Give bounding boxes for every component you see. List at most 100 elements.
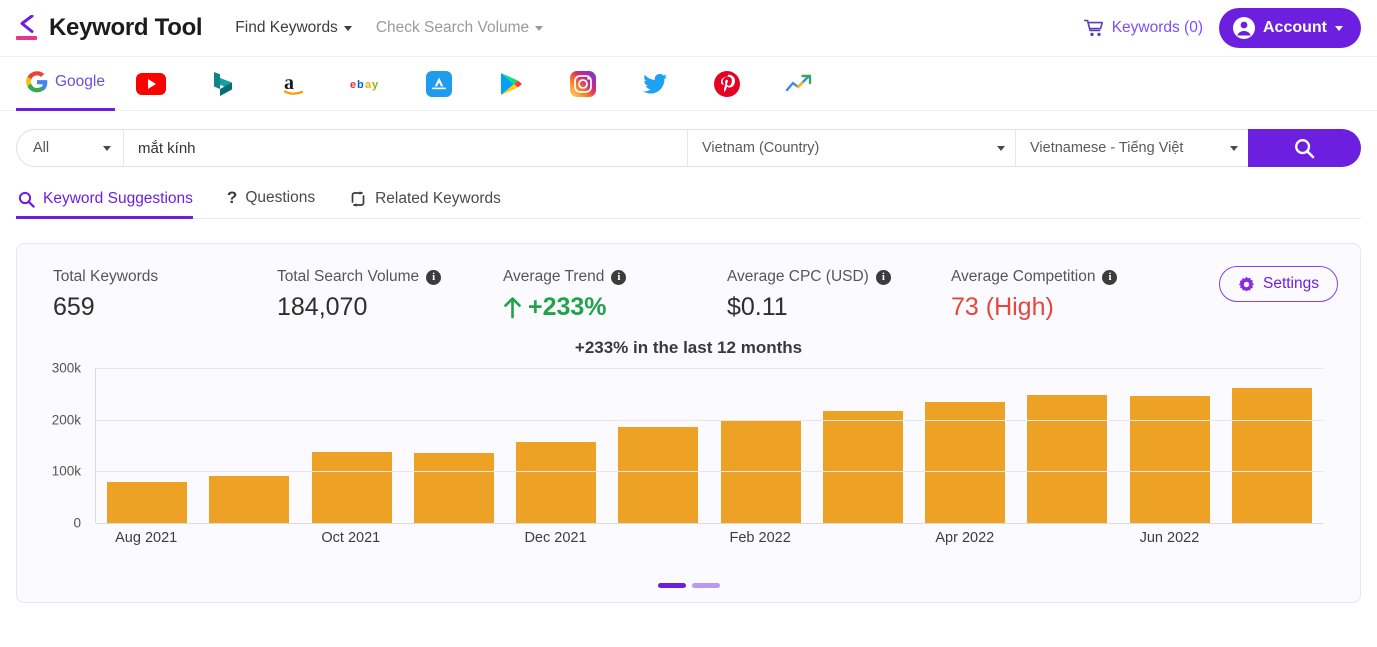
- chevron-down-icon: [1335, 25, 1343, 31]
- chart-bar[interactable]: [107, 482, 188, 523]
- chart-bar[interactable]: [413, 452, 494, 523]
- stat-label-text: Total Search Volume: [277, 268, 420, 285]
- chart-gridline: [96, 368, 1323, 369]
- brand[interactable]: Keyword Tool: [16, 13, 203, 43]
- tab-related-keywords[interactable]: Related Keywords: [347, 190, 515, 218]
- bing-icon: [213, 71, 232, 96]
- stat-total-search-volume-label: Total Search Volume i: [277, 268, 467, 286]
- language-select[interactable]: Vietnamese - Tiếng Việt: [1015, 129, 1248, 167]
- platform-tab-pinterest[interactable]: [691, 57, 763, 111]
- chart-x-tick: Apr 2022: [935, 530, 995, 546]
- account-button[interactable]: Account: [1219, 8, 1361, 48]
- chart-gridline: [96, 471, 1323, 473]
- chart-x-tick: Oct 2021: [321, 530, 381, 546]
- chart-bar-slot[interactable]: [96, 368, 198, 523]
- chart-bar-slot[interactable]: [505, 368, 607, 523]
- chart-pagination-dot[interactable]: [657, 583, 686, 588]
- gear-icon: [1238, 276, 1254, 292]
- language-select-value: Vietnamese - Tiếng Việt: [1030, 140, 1184, 156]
- keyword-search-input[interactable]: [123, 129, 687, 167]
- trends-icon: [785, 74, 812, 91]
- platform-tab-instagram[interactable]: [547, 57, 619, 111]
- chart-y-axis: 0 100k 200k 300k: [37, 361, 87, 531]
- chart-bar-slot[interactable]: [1119, 368, 1221, 523]
- chart-gridline: [96, 523, 1323, 524]
- platform-tab-google-label: Google: [55, 73, 105, 90]
- keywords-cart-label: Keywords (0): [1111, 19, 1203, 36]
- platform-tab-app-store[interactable]: [403, 57, 475, 111]
- chart-bar-slot[interactable]: [1016, 368, 1118, 523]
- app-header: Keyword Tool Find Keywords Check Search …: [0, 0, 1377, 57]
- info-icon[interactable]: i: [426, 269, 442, 285]
- result-tabs: Keyword Suggestions ? Questions Related …: [16, 181, 1361, 219]
- info-icon[interactable]: i: [875, 269, 891, 285]
- stat-average-cpc-value: $0.11: [727, 293, 788, 321]
- chart-bar[interactable]: [1027, 394, 1108, 523]
- youtube-icon: [135, 72, 166, 95]
- chart-x-tick: [607, 530, 709, 546]
- twitter-icon: [642, 73, 667, 93]
- country-select-value: Vietnam (Country): [702, 140, 820, 156]
- nav-find-keywords[interactable]: Find Keywords: [235, 19, 352, 37]
- platform-tab-play-store[interactable]: [475, 57, 547, 111]
- tab-questions-label: Questions: [245, 189, 316, 206]
- chart-bar[interactable]: [516, 441, 597, 523]
- stat-average-competition-label: Average Competition i: [951, 268, 1118, 286]
- stat-label-text: Average Trend: [503, 268, 605, 285]
- google-icon: [26, 71, 48, 93]
- chart-bar-slot[interactable]: [1221, 368, 1323, 523]
- platform-tab-amazon[interactable]: a: [259, 57, 331, 111]
- chart-pagination: [17, 583, 1360, 588]
- nav-check-search-volume[interactable]: Check Search Volume: [376, 19, 544, 37]
- stat-total-search-volume: Total Search Volume i 184,070: [241, 268, 467, 322]
- platform-tab-twitter[interactable]: [619, 57, 691, 111]
- scope-select[interactable]: All: [16, 129, 123, 167]
- header-actions: Keywords (0) Account: [1083, 8, 1361, 48]
- chart-x-tick: [402, 530, 504, 546]
- chart-x-tick: [1221, 530, 1323, 546]
- chart-y-tick: 200k: [51, 412, 81, 428]
- chart-bar-slot[interactable]: [710, 368, 812, 523]
- chart-bar[interactable]: [209, 475, 290, 523]
- chart-pagination-dot[interactable]: [691, 583, 720, 588]
- settings-button[interactable]: Settings: [1218, 266, 1338, 302]
- chart-bars: [96, 368, 1323, 523]
- platform-tab-bing[interactable]: [187, 57, 259, 111]
- info-icon[interactable]: i: [611, 269, 627, 285]
- chart-bar[interactable]: [311, 452, 392, 523]
- tab-keyword-suggestions[interactable]: Keyword Suggestions: [16, 190, 207, 219]
- chart-bar-slot[interactable]: [812, 368, 914, 523]
- chart-x-axis: Aug 2021 Oct 2021 Dec 2021 Feb 2022 Apr 2022…: [95, 530, 1323, 546]
- chart-bar[interactable]: [1231, 387, 1312, 523]
- stat-average-competition-value: 73 (High): [951, 293, 1054, 321]
- chart-bar-slot[interactable]: [198, 368, 300, 523]
- platform-tab-youtube[interactable]: [115, 57, 187, 111]
- summary-card: Total Keywords 659 Total Search Volume i…: [16, 243, 1361, 603]
- chart-y-tick: 0: [73, 515, 81, 531]
- chart-bar-slot[interactable]: [403, 368, 505, 523]
- stat-average-trend: Average Trend i +233%: [467, 268, 691, 322]
- stat-total-search-volume-value: 184,070: [277, 293, 368, 321]
- chart-bar-slot[interactable]: [301, 368, 403, 523]
- platform-tab-google-trends[interactable]: [763, 57, 835, 111]
- chart-bar[interactable]: [822, 410, 903, 523]
- chart-bar[interactable]: [618, 427, 699, 523]
- retweet-icon: [351, 191, 365, 207]
- chart-bar[interactable]: [1129, 395, 1210, 523]
- svg-text:y: y: [372, 79, 379, 91]
- keywords-cart-button[interactable]: Keywords (0): [1083, 19, 1203, 37]
- platform-tab-google[interactable]: Google: [16, 57, 115, 111]
- search-button[interactable]: [1248, 129, 1361, 167]
- chart-bar-slot[interactable]: [914, 368, 1016, 523]
- country-select[interactable]: Vietnam (Country): [687, 129, 1015, 167]
- chart-bar-slot[interactable]: [607, 368, 709, 523]
- platform-tabs: Google a e b a y: [0, 57, 1377, 111]
- chevron-down-icon: [997, 145, 1005, 151]
- tab-questions[interactable]: ? Questions: [225, 188, 329, 218]
- info-icon[interactable]: i: [1102, 269, 1118, 285]
- up-arrow-icon: [504, 296, 521, 318]
- instagram-icon: [569, 70, 596, 97]
- amazon-icon: a: [283, 72, 304, 95]
- platform-tab-ebay[interactable]: e b a y: [331, 57, 403, 111]
- magnifier-icon: [18, 191, 35, 208]
